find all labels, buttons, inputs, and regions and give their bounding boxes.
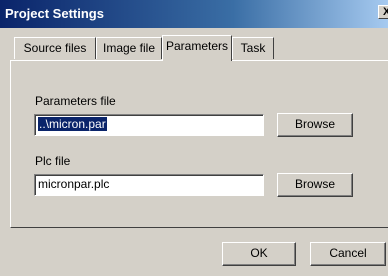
close-icon: X — [383, 6, 388, 18]
plc-file-label: Plc file — [35, 154, 71, 168]
ok-button[interactable]: OK — [222, 242, 296, 266]
plc-file-field[interactable]: micronpar.plc — [34, 174, 264, 196]
tab-task[interactable]: Task — [232, 37, 274, 59]
tab-source-files[interactable]: Source files — [14, 37, 96, 59]
parameters-file-label: Parameters file — [35, 94, 116, 108]
parameters-file-value: ..\micron.par — [38, 117, 107, 131]
title-bar[interactable]: Project Settings X — [0, 0, 388, 28]
window-title: Project Settings — [5, 6, 104, 21]
plc-browse-button[interactable]: Browse — [277, 173, 353, 197]
cancel-button[interactable]: Cancel — [310, 242, 386, 266]
tab-parameters[interactable]: Parameters — [162, 35, 232, 61]
parameters-panel: Parameters file ..\micron.par Browse Plc… — [10, 60, 388, 228]
parameters-file-field[interactable]: ..\micron.par — [34, 114, 264, 136]
tab-image-file[interactable]: Image file — [96, 37, 162, 59]
close-button[interactable]: X — [378, 5, 388, 19]
parameters-browse-button[interactable]: Browse — [277, 113, 353, 137]
